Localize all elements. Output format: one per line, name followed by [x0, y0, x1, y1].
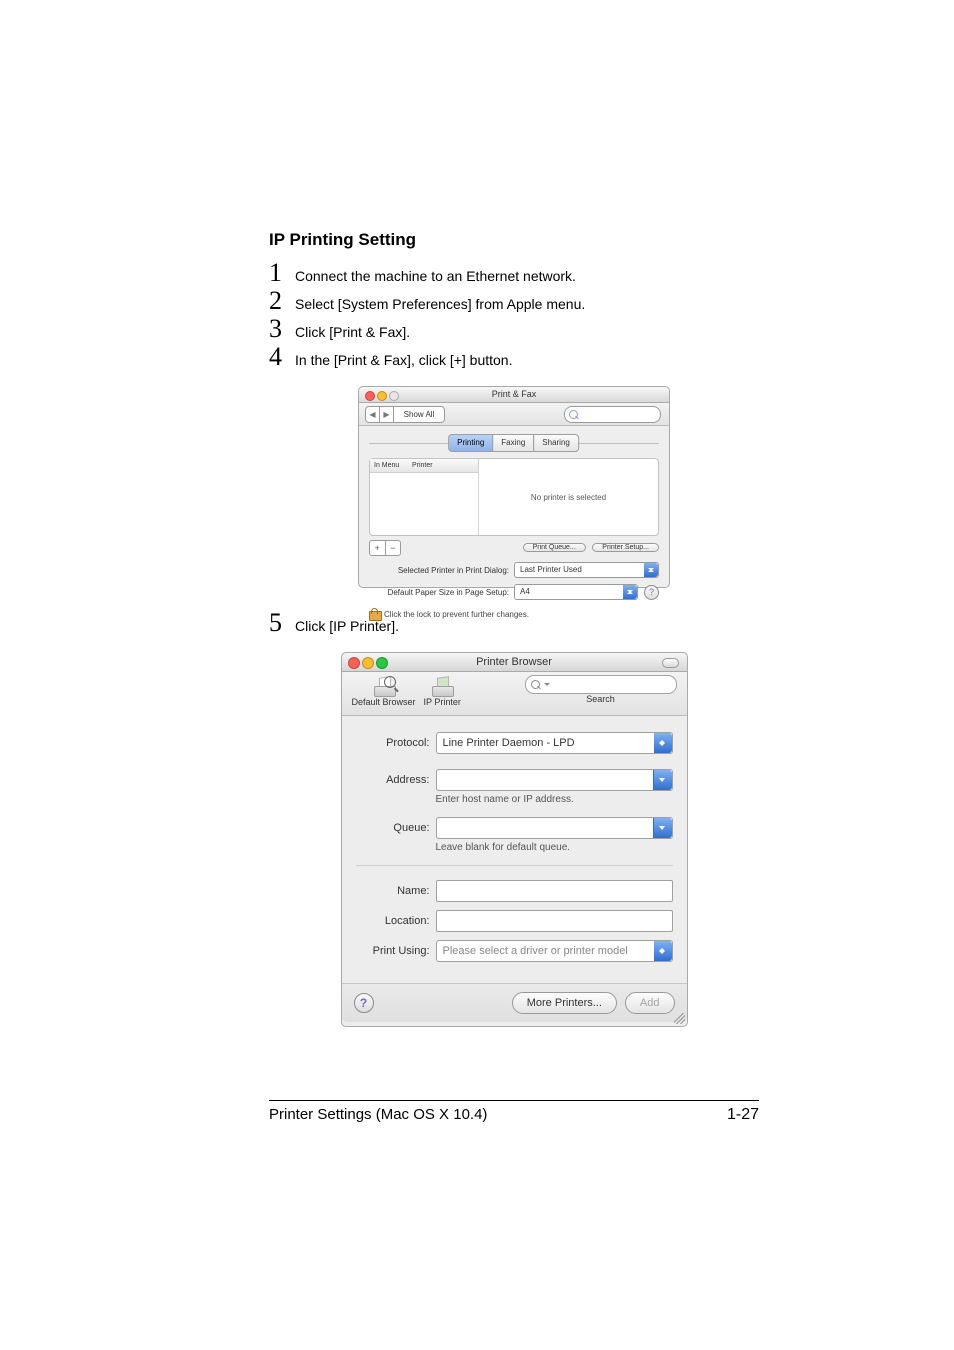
printer-list[interactable]: In Menu Printer	[370, 459, 479, 535]
selected-printer-label: Selected Printer in Print Dialog:	[369, 566, 514, 575]
help-button[interactable]: ?	[644, 585, 659, 600]
paper-size-popup[interactable]: A4	[514, 584, 638, 600]
print-using-popup[interactable]: Please select a driver or printer model	[436, 940, 673, 962]
search-label: Search	[586, 694, 615, 704]
separator	[356, 865, 673, 866]
step-text-2: Select [System Preferences] from Apple m…	[295, 291, 585, 313]
print-using-value: Please select a driver or printer model	[443, 945, 628, 957]
nav-back-button[interactable]: ◀	[366, 407, 380, 422]
default-browser-button[interactable]: Default Browser	[352, 675, 416, 707]
paper-size-label: Default Paper Size in Page Setup:	[369, 588, 514, 597]
popup-arrows-icon	[654, 733, 672, 753]
close-icon[interactable]	[348, 657, 360, 669]
printer-setup-button[interactable]: Printer Setup...	[592, 543, 659, 552]
print-using-label: Print Using:	[356, 945, 436, 957]
step-text-1: Connect the machine to an Ethernet netwo…	[295, 263, 576, 285]
protocol-label: Protocol:	[356, 737, 436, 749]
more-printers-button[interactable]: More Printers...	[512, 992, 617, 1014]
name-label: Name:	[356, 885, 436, 897]
queue-label: Queue:	[356, 822, 436, 834]
protocol-popup[interactable]: Line Printer Daemon - LPD	[436, 732, 673, 754]
col-printer: Printer	[412, 462, 433, 469]
address-label: Address:	[356, 774, 436, 786]
nav-show-all[interactable]: ◀ ▶ Show All	[365, 406, 445, 423]
step-num-3: 3	[269, 316, 295, 342]
chevron-down-icon	[544, 683, 550, 689]
location-field[interactable]	[436, 910, 673, 932]
tab-group: Printing Faxing Sharing	[449, 434, 579, 452]
help-button[interactable]: ?	[354, 993, 374, 1013]
address-field[interactable]	[436, 769, 673, 791]
search-input[interactable]	[525, 675, 677, 694]
step-num-5: 5	[269, 610, 295, 636]
footer-page-number: 1-27	[727, 1106, 759, 1124]
chevron-down-icon[interactable]	[653, 818, 672, 838]
printfax-window: Print & Fax ◀ ▶ Show All Printing Faxing…	[358, 386, 670, 588]
popup-arrows-icon	[623, 585, 637, 599]
window-titlebar: Printer Browser	[342, 653, 687, 672]
paper-size-value: A4	[520, 587, 530, 596]
lock-text: Click the lock to prevent further change…	[384, 610, 529, 619]
popup-arrows-icon	[644, 563, 658, 577]
print-queue-button[interactable]: Print Queue...	[523, 543, 586, 552]
printer-browser-window: Printer Browser Default Browser IP Print…	[341, 652, 688, 1027]
resize-handle-icon[interactable]	[674, 1013, 685, 1024]
close-icon[interactable]	[365, 391, 375, 401]
step-text-4: In the [Print & Fax], click [+] button.	[295, 347, 513, 369]
location-label: Location:	[356, 915, 436, 927]
queue-hint: Leave blank for default queue.	[436, 842, 673, 853]
step-list: 1Connect the machine to an Ethernet netw…	[269, 260, 759, 370]
nav-forward-button[interactable]: ▶	[380, 407, 394, 422]
no-printer-label: No printer is selected	[479, 459, 658, 535]
section-heading: IP Printing Setting	[269, 230, 759, 250]
col-in-menu: In Menu	[374, 459, 410, 472]
address-hint: Enter host name or IP address.	[436, 794, 673, 805]
step-text-3: Click [Print & Fax].	[295, 319, 410, 341]
default-browser-label: Default Browser	[352, 697, 416, 707]
name-field[interactable]	[436, 880, 673, 902]
tab-sharing[interactable]: Sharing	[533, 434, 579, 452]
step-num-4: 4	[269, 344, 295, 370]
add-remove-buttons: + −	[369, 540, 401, 556]
zoom-icon[interactable]	[376, 657, 388, 669]
window-titlebar: Print & Fax	[359, 387, 669, 403]
ip-printer-button[interactable]: IP Printer	[424, 675, 461, 707]
search-input[interactable]	[564, 406, 661, 423]
chevron-down-icon[interactable]	[653, 770, 672, 790]
printer-panel: In Menu Printer No printer is selected	[369, 458, 659, 536]
tab-printing[interactable]: Printing	[448, 434, 493, 452]
window-traffic-lights	[348, 657, 390, 675]
minimize-icon[interactable]	[377, 391, 387, 401]
magnifier-icon	[384, 676, 396, 688]
protocol-value: Line Printer Daemon - LPD	[443, 737, 575, 749]
zoom-icon[interactable]	[389, 391, 399, 401]
add-button[interactable]: Add	[625, 992, 675, 1014]
popup-arrows-icon	[654, 941, 672, 961]
minimize-icon[interactable]	[362, 657, 374, 669]
window-title: Printer Browser	[476, 656, 552, 668]
minus-button[interactable]: −	[386, 541, 401, 555]
window-title: Print & Fax	[492, 389, 537, 399]
plus-button[interactable]: +	[370, 541, 386, 555]
tab-faxing[interactable]: Faxing	[492, 434, 534, 452]
footer-left: Printer Settings (Mac OS X 10.4)	[269, 1106, 487, 1124]
show-all-label: Show All	[394, 407, 444, 422]
step-num-1: 1	[269, 260, 295, 286]
selected-printer-value: Last Printer Used	[520, 565, 582, 574]
lock-icon[interactable]	[369, 608, 380, 621]
selected-printer-popup[interactable]: Last Printer Used	[514, 562, 659, 578]
toolbar-toggle-button[interactable]	[662, 658, 679, 668]
ip-printer-label: IP Printer	[424, 697, 461, 707]
prefs-toolbar: ◀ ▶ Show All	[359, 403, 669, 426]
step-num-2: 2	[269, 288, 295, 314]
queue-field[interactable]	[436, 817, 673, 839]
list-header: In Menu Printer	[370, 459, 478, 473]
